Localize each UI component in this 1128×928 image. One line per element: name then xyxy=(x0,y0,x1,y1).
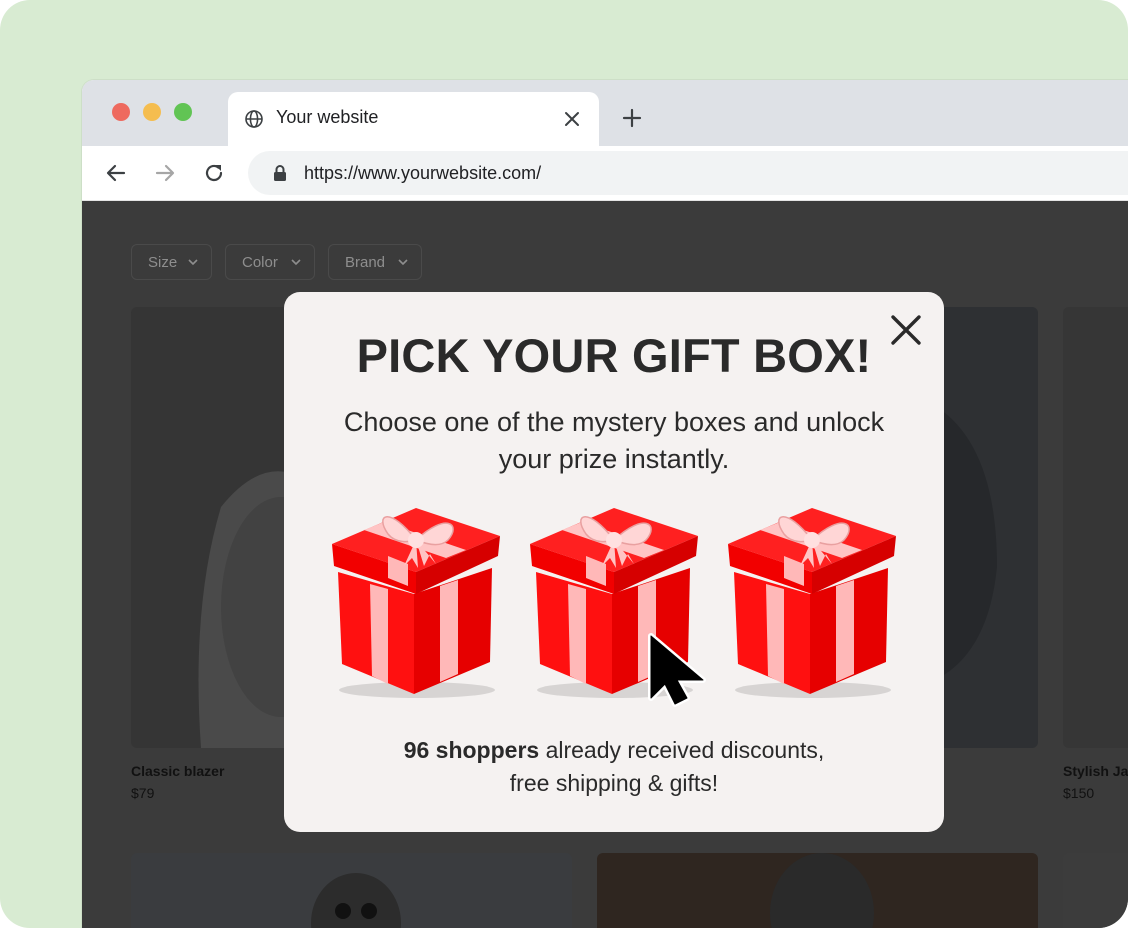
gift-box-icon[interactable] xyxy=(726,506,900,702)
url-text: https://www.yourwebsite.com/ xyxy=(304,163,542,183)
chevron-down-icon xyxy=(291,259,301,266)
product-price: $150 xyxy=(1063,785,1095,801)
shopper-count: 96 shoppers xyxy=(403,737,540,763)
filter-brand[interactable]: Brand xyxy=(328,244,422,280)
product-card-image[interactable] xyxy=(597,853,1038,928)
filter-size[interactable]: Size xyxy=(131,244,212,280)
tab-bar: Your website xyxy=(82,80,1128,146)
reload-icon[interactable] xyxy=(202,161,226,185)
product-card-image[interactable] xyxy=(1063,307,1128,748)
product-photo xyxy=(311,873,401,928)
window-minimize-dot[interactable] xyxy=(143,103,161,121)
social-line-1: already received discounts, xyxy=(539,737,825,763)
popup-subtitle: Choose one of the mystery boxes and unlo… xyxy=(343,407,885,474)
address-bar[interactable]: https://www.yourwebsite.com/ xyxy=(248,151,1128,195)
forward-arrow-icon[interactable] xyxy=(153,161,177,185)
mouse-cursor-icon xyxy=(648,633,706,707)
product-name[interactable]: Classic blazer xyxy=(131,763,224,779)
popup-title: PICK YOUR GIFT BOX! xyxy=(356,329,872,382)
filter-color[interactable]: Color xyxy=(225,244,315,280)
gift-box-popup: PICK YOUR GIFT BOX! Choose one of the my… xyxy=(284,292,944,832)
globe-icon xyxy=(245,110,263,128)
window-close-dot[interactable] xyxy=(112,103,130,121)
product-name[interactable]: Stylish Ja xyxy=(1063,763,1128,779)
product-card-image[interactable] xyxy=(1063,853,1128,928)
chevron-down-icon xyxy=(188,259,198,266)
social-line-2: free shipping & gifts! xyxy=(509,770,719,796)
gift-box-icon[interactable] xyxy=(330,506,504,702)
product-photo xyxy=(770,853,874,928)
chevron-down-icon xyxy=(398,259,408,266)
lock-icon xyxy=(274,165,286,181)
close-icon[interactable] xyxy=(562,109,582,129)
filter-label: Size xyxy=(148,254,178,271)
plus-icon[interactable] xyxy=(620,106,644,130)
background-frame: Your website https://www.yourwebsite.com… xyxy=(0,0,1128,928)
address-toolbar: https://www.yourwebsite.com/ xyxy=(82,146,1128,201)
product-card-image[interactable] xyxy=(131,853,572,928)
browser-tab[interactable]: Your website xyxy=(228,92,599,146)
social-proof-text: 96 shoppers already received discounts, … xyxy=(324,734,904,800)
product-price: $79 xyxy=(131,785,155,801)
tab-title: Your website xyxy=(276,107,379,127)
back-arrow-icon[interactable] xyxy=(104,161,128,185)
filter-label: Brand xyxy=(345,254,386,271)
filter-label: Color xyxy=(242,254,278,271)
window-maximize-dot[interactable] xyxy=(174,103,192,121)
